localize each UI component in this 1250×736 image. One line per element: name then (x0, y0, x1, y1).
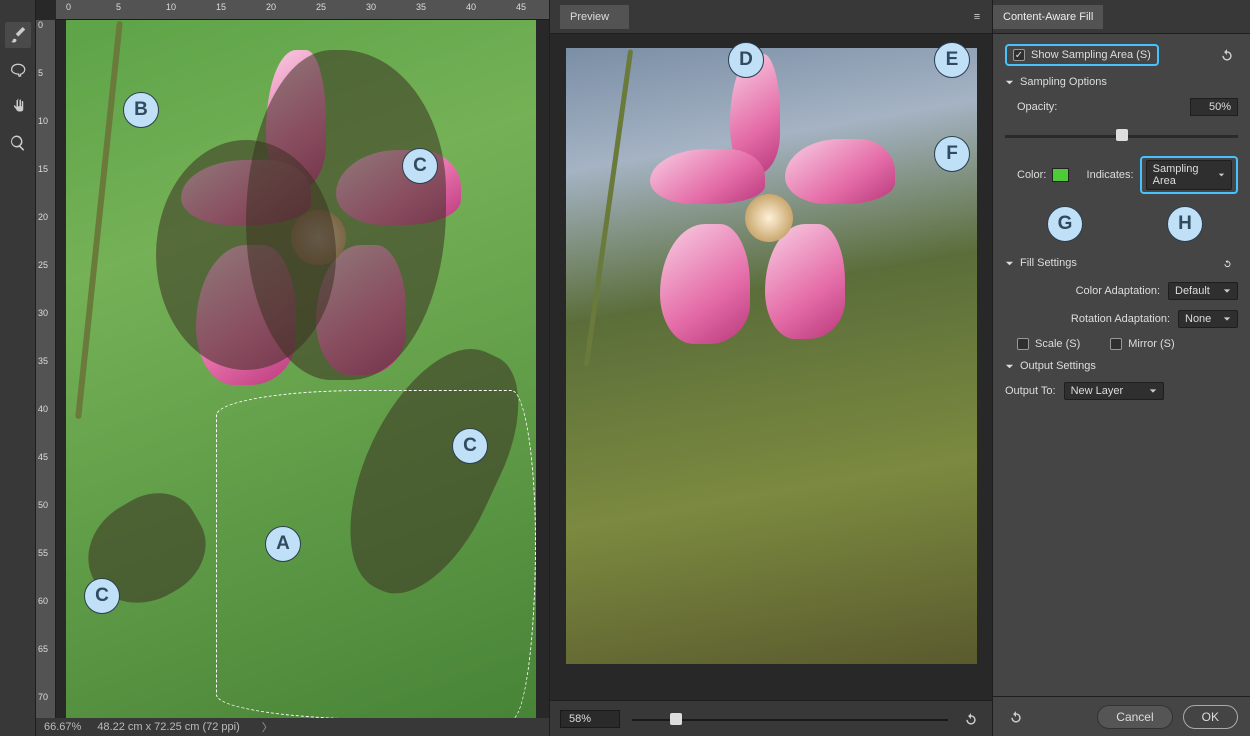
source-statusbar: 66.67% 48.22 cm x 72.25 cm (72 ppi) 〉 (36, 718, 549, 736)
callout-g: G (1047, 206, 1083, 242)
callout-a: A (265, 526, 301, 562)
output-to-label: Output To: (1005, 385, 1056, 397)
callout-f: F (934, 136, 970, 172)
caf-reset-icon[interactable] (1005, 708, 1027, 726)
show-sampling-checkbox[interactable] (1013, 49, 1025, 61)
opacity-slider[interactable] (1005, 126, 1238, 144)
scale-checkbox[interactable] (1017, 338, 1029, 350)
preview-reset-icon[interactable] (960, 710, 982, 728)
docinfo-expand-icon[interactable]: 〉 (262, 719, 273, 735)
source-docinfo[interactable]: 48.22 cm x 72.25 cm (72 ppi) (97, 721, 239, 733)
brush-tool[interactable] (5, 22, 31, 48)
preview-zoom-slider[interactable] (632, 712, 948, 726)
overlay-color-swatch[interactable] (1052, 168, 1068, 182)
image-petal (765, 224, 845, 339)
cancel-button[interactable]: Cancel (1097, 705, 1172, 729)
ruler-vertical[interactable]: 0510152025303540455055606570 (36, 20, 56, 718)
callout-h: H (1167, 206, 1203, 242)
excluded-region (156, 140, 336, 370)
output-settings-header[interactable]: Output Settings (1005, 360, 1238, 372)
image-flower-center (745, 194, 793, 242)
active-selection (216, 390, 536, 718)
scale-label: Scale (S) (1035, 338, 1080, 350)
preview-canvas[interactable] (566, 48, 977, 664)
callout-e: E (934, 42, 970, 78)
mirror-checkbox[interactable] (1110, 338, 1122, 350)
lasso-tool[interactable] (5, 58, 31, 84)
mirror-label: Mirror (S) (1128, 338, 1174, 350)
preview-footer: 58% (550, 700, 992, 736)
image-stem (583, 49, 632, 367)
callout-d: D (728, 42, 764, 78)
show-sampling-highlight: Show Sampling Area (S) (1005, 44, 1159, 66)
color-label: Color: (1017, 169, 1046, 181)
fill-settings-header[interactable]: Fill Settings (1005, 254, 1238, 272)
color-adapt-label: Color Adaptation: (1076, 285, 1160, 297)
source-canvas-wrap: A B C C C (56, 20, 549, 718)
preview-tab[interactable]: Preview (560, 5, 629, 29)
caf-tab[interactable]: Content-Aware Fill (993, 5, 1103, 29)
output-to-select[interactable]: New Layer (1064, 382, 1164, 400)
ruler-horizontal[interactable]: 051015202530354045 (56, 0, 549, 20)
image-petal (660, 224, 750, 344)
caf-panel: Content-Aware Fill Show Sampling Area (S… (992, 0, 1250, 736)
caf-header: Content-Aware Fill (993, 0, 1250, 34)
caf-body: Show Sampling Area (S) Sampling Options … (993, 34, 1250, 696)
source-panel: 0510152025303540455055606570 05101520253… (36, 0, 549, 736)
rot-adapt-label: Rotation Adaptation: (1071, 313, 1170, 325)
show-sampling-reset-icon[interactable] (1216, 46, 1238, 64)
preview-panel: Preview ≡ D E F 58% (549, 0, 992, 736)
ok-button[interactable]: OK (1183, 705, 1238, 729)
callout-c: C (402, 148, 438, 184)
opacity-value[interactable]: 50% (1190, 98, 1238, 116)
preview-header: Preview ≡ (550, 0, 992, 34)
rot-adapt-select[interactable]: None (1178, 310, 1238, 328)
preview-zoom-input[interactable]: 58% (560, 710, 620, 728)
indicates-select[interactable]: Sampling Area (1146, 160, 1232, 190)
preview-menu-icon[interactable]: ≡ (968, 11, 986, 23)
sampling-options-header[interactable]: Sampling Options (1005, 76, 1238, 88)
toolbar (0, 0, 36, 736)
callout-c2: C (452, 428, 488, 464)
fill-reset-icon[interactable] (1216, 254, 1238, 272)
indicates-label: Indicates: (1087, 169, 1134, 181)
image-petal (650, 149, 765, 204)
preview-canvas-wrap: D E F (550, 34, 992, 700)
hand-tool[interactable] (5, 94, 31, 120)
opacity-label: Opacity: (1017, 101, 1057, 113)
callout-c3: C (84, 578, 120, 614)
caf-footer: Cancel OK (993, 696, 1250, 736)
show-sampling-label: Show Sampling Area (S) (1031, 49, 1151, 61)
callout-b: B (123, 92, 159, 128)
zoom-tool[interactable] (5, 130, 31, 156)
image-petal (785, 139, 895, 204)
color-adapt-select[interactable]: Default (1168, 282, 1238, 300)
indicates-highlight: Sampling Area (1140, 156, 1238, 194)
source-zoom[interactable]: 66.67% (44, 721, 81, 733)
